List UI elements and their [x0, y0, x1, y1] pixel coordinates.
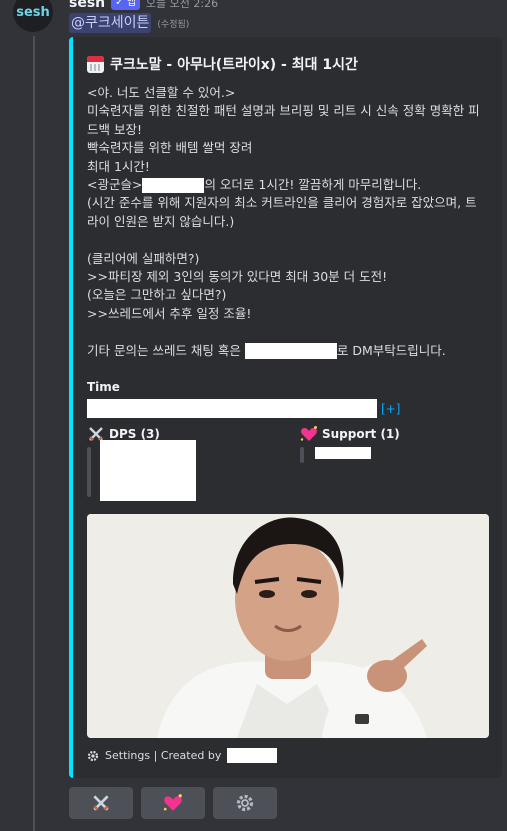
- add-calendar-link[interactable]: [+]: [381, 402, 400, 416]
- support-field-name: Support (1): [322, 427, 400, 441]
- support-join-button[interactable]: [141, 787, 205, 819]
- embed-footer: Settings | Created by: [87, 748, 278, 763]
- desc-text: 로 DM부탁드립니다.: [336, 342, 446, 358]
- role-mention[interactable]: @쿠크세이튼: [69, 13, 152, 33]
- time-field-value: [+]: [87, 399, 400, 418]
- author-name[interactable]: sesh: [69, 0, 105, 11]
- embed-description: <야. 너도 선클할 수 있어.> 미숙련자를 위한 친절한 패턴 설명과 브리…: [87, 84, 487, 360]
- embed-image[interactable]: [87, 514, 489, 738]
- message-content: @쿠크세이튼 (수정됨): [69, 13, 189, 33]
- desc-text: 의 오더로 1시간! 깔끔하게 마무리합니다.: [204, 176, 422, 192]
- dps-field-name: DPS (3): [109, 427, 160, 441]
- timestamp[interactable]: 오늘 오전 2:26: [146, 0, 218, 11]
- desc-line: (시간 준수를 위해 지원자의 최소 커트라인을 클리어 경험자로 잡았으며, …: [87, 195, 477, 229]
- desc-line: >>쓰레드에서 추후 일정 조율!: [87, 305, 252, 321]
- redacted-time: [87, 399, 377, 418]
- quote-bar: [300, 447, 304, 463]
- gear-icon: [87, 750, 99, 761]
- footer-text: Settings | Created by: [105, 749, 222, 762]
- embed-title: 쿠크노말 - 아무나(트라이x) - 최대 1시간: [87, 54, 358, 74]
- desc-text: <광군슬>: [87, 176, 143, 192]
- time-field-name: Time: [87, 380, 120, 394]
- redacted-name: [142, 177, 205, 193]
- dps-join-button[interactable]: [69, 787, 133, 819]
- redacted-dps-members: [100, 440, 196, 501]
- embed-title-text: 쿠크노말 - 아무나(트라이x) - 최대 1시간: [110, 57, 358, 73]
- desc-line: (클리어에 실패하면?): [87, 250, 200, 266]
- message-header: sesh ✓ 앱 오늘 오전 2:26: [69, 0, 218, 12]
- desc-line: >>파티장 제외 3인의 동의가 있다면 최대 30분 더 도전!: [87, 268, 388, 284]
- support-field: Support (1): [300, 425, 400, 443]
- calendar-icon: [87, 55, 104, 73]
- avatar-text: sesh: [16, 4, 50, 20]
- desc-line: <광군슬> 의 오더로 1시간! 깔끔하게 마무리합니다.: [87, 176, 487, 194]
- desc-line: (오늘은 그만하고 싶다면?): [87, 287, 227, 303]
- bot-tag: ✓ 앱: [111, 0, 140, 10]
- redacted-support-members: [315, 447, 371, 459]
- crossed-swords-icon: [93, 795, 109, 811]
- desc-line: 미숙련자를 위한 친절한 패턴 설명과 브리핑 및 리트 시 신속 정확 명확한…: [87, 103, 480, 137]
- event-embed: 쿠크노말 - 아무나(트라이x) - 최대 1시간 <야. 너도 선클할 수 있…: [69, 37, 502, 778]
- man-pointing-photo: [87, 514, 489, 738]
- desc-line: 최대 1시간!: [87, 158, 150, 174]
- thread-line: [33, 36, 35, 831]
- sparkling-heart-icon: [300, 426, 317, 441]
- redacted-name: [244, 343, 337, 360]
- desc-line: 기타 문의는 쓰레드 채팅 혹은 로 DM부탁드립니다.: [87, 342, 487, 360]
- desc-line: 빡숙련자를 위한 배템 쌀먹 장려: [87, 140, 253, 156]
- redacted-creator: [227, 748, 278, 763]
- gear-icon: [236, 794, 254, 812]
- desc-line: <야. 너도 선클할 수 있어.>: [87, 85, 236, 100]
- quote-bar: [87, 447, 91, 497]
- desc-text: 기타 문의는 쓰레드 채팅 혹은: [87, 342, 241, 358]
- edited-label: (수정됨): [157, 19, 190, 30]
- settings-button[interactable]: [213, 787, 277, 819]
- avatar[interactable]: sesh: [13, 0, 53, 32]
- sparkling-heart-icon: [163, 794, 182, 811]
